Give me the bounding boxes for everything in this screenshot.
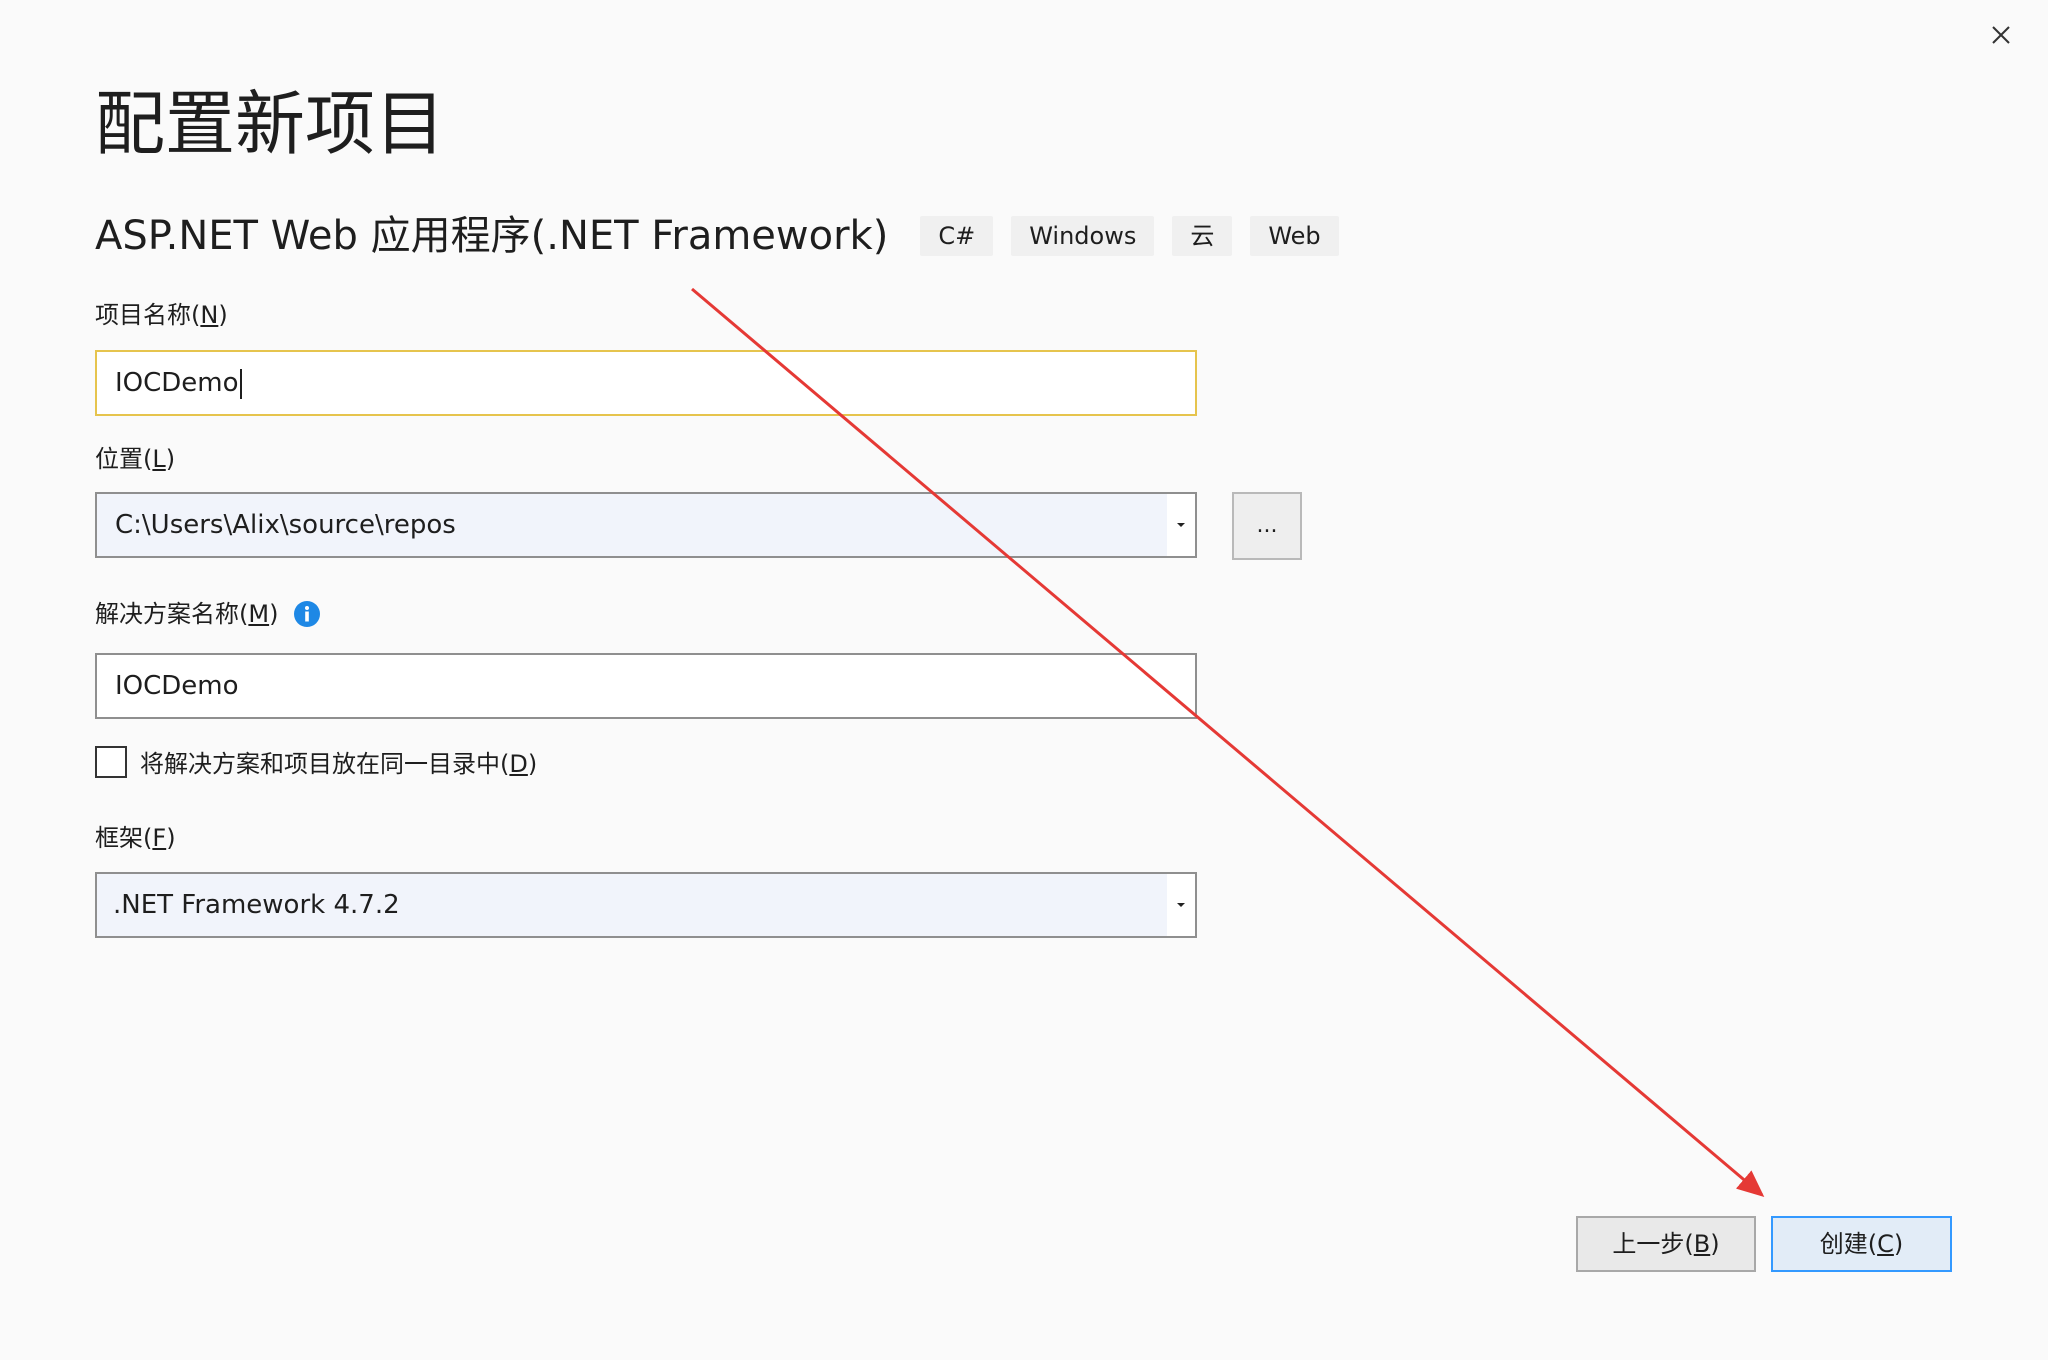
- solution-name-value: IOCDemo: [115, 671, 239, 701]
- close-icon: [1992, 26, 2010, 44]
- chevron-down-icon: [1177, 903, 1185, 907]
- project-name-value: IOCDemo: [115, 368, 239, 398]
- browse-button[interactable]: ...: [1232, 492, 1302, 560]
- info-circle-icon: [294, 601, 320, 627]
- create-button[interactable]: 创建(C): [1771, 1216, 1952, 1272]
- template-name: ASP.NET Web 应用程序(.NET Framework): [95, 213, 889, 259]
- location-dropdown-button[interactable]: [1167, 494, 1195, 556]
- location-label: 位置(L): [95, 445, 176, 473]
- framework-value: .NET Framework 4.7.2: [113, 890, 400, 920]
- tag-web: Web: [1250, 216, 1339, 256]
- solution-name-input[interactable]: IOCDemo: [95, 653, 1197, 719]
- solution-name-label: 解决方案名称(M): [95, 600, 279, 628]
- location-value: C:\Users\Alix\source\repos: [115, 510, 456, 540]
- location-combobox[interactable]: C:\Users\Alix\source\repos: [95, 492, 1197, 558]
- project-name-input[interactable]: IOCDemo: [95, 350, 1197, 416]
- close-button[interactable]: [1983, 17, 2019, 53]
- project-name-label: 项目名称(N): [95, 301, 228, 329]
- template-header: ASP.NET Web 应用程序(.NET Framework) C# Wind…: [95, 208, 1357, 264]
- tag-cloud: 云: [1172, 216, 1233, 256]
- same-directory-checkbox[interactable]: [95, 746, 127, 778]
- info-icon[interactable]: [293, 600, 321, 628]
- back-button[interactable]: 上一步(B): [1576, 1216, 1756, 1272]
- framework-label: 框架(F): [95, 824, 176, 852]
- tag-platform: Windows: [1011, 216, 1155, 256]
- chevron-down-icon: [1177, 523, 1185, 527]
- configure-project-dialog: 配置新项目 ASP.NET Web 应用程序(.NET Framework) C…: [0, 0, 2048, 1360]
- same-directory-label[interactable]: 将解决方案和项目放在同一目录中(D): [140, 747, 537, 781]
- framework-combobox[interactable]: .NET Framework 4.7.2: [95, 872, 1197, 938]
- tag-language: C#: [920, 216, 994, 256]
- text-caret: [239, 368, 242, 399]
- page-title: 配置新项目: [95, 83, 445, 165]
- framework-dropdown-button[interactable]: [1167, 874, 1195, 936]
